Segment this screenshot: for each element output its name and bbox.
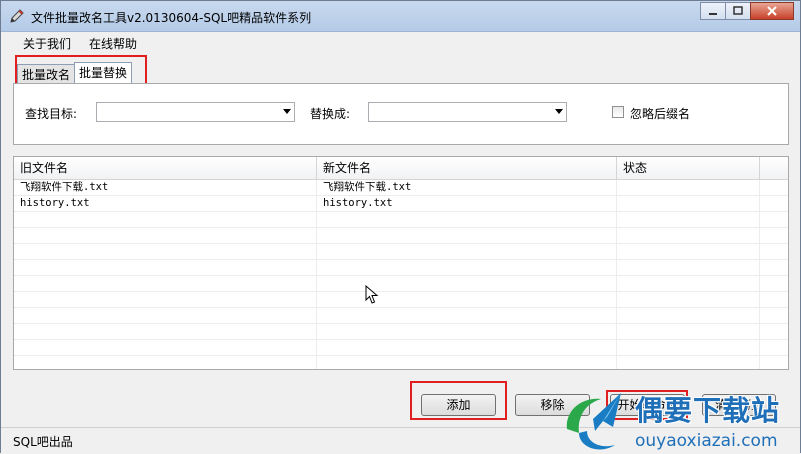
ignore-extension-label[interactable]: 忽略后缀名 bbox=[630, 105, 690, 122]
app-window: 文件批量改名工具v2.0130604-SQL吧精品软件系列 关于我们 在线帮助 … bbox=[0, 0, 801, 453]
tab-batch-replace[interactable]: 批量替换 bbox=[74, 62, 133, 84]
tab-batch-rename[interactable]: 批量改名 bbox=[17, 64, 76, 84]
window-controls bbox=[700, 2, 794, 22]
minimize-button[interactable] bbox=[700, 2, 726, 20]
table-row-empty bbox=[14, 356, 788, 369]
cell-new-name: 飞翔软件下载.txt bbox=[317, 180, 617, 196]
tab-strip: 批量改名 批量替换 bbox=[17, 58, 133, 84]
table-row-empty bbox=[14, 324, 788, 340]
title-bar[interactable]: 文件批量改名工具v2.0130604-SQL吧精品软件系列 bbox=[1, 1, 800, 32]
site-watermark: 偶要下载站 ouyaoxiazai.com bbox=[557, 389, 801, 454]
close-button[interactable] bbox=[750, 2, 794, 20]
ignore-extension-checkbox[interactable] bbox=[612, 106, 624, 118]
status-text: SQL吧出品 bbox=[13, 435, 73, 449]
column-header-old-name[interactable]: 旧文件名 bbox=[14, 157, 317, 179]
cell-status bbox=[617, 196, 760, 212]
find-combo[interactable] bbox=[96, 102, 295, 122]
chevron-down-icon[interactable] bbox=[283, 109, 291, 114]
table-row-empty bbox=[14, 244, 788, 260]
cell-old-name: history.txt bbox=[14, 196, 317, 212]
column-header-filler bbox=[760, 157, 788, 179]
maximize-button[interactable] bbox=[725, 2, 751, 20]
window-title: 文件批量改名工具v2.0130604-SQL吧精品软件系列 bbox=[31, 11, 312, 25]
cell-old-name: 飞翔软件下载.txt bbox=[14, 180, 317, 196]
table-header: 旧文件名 新文件名 状态 bbox=[14, 157, 788, 180]
column-header-status[interactable]: 状态 bbox=[617, 157, 760, 179]
mouse-cursor-icon bbox=[365, 285, 379, 304]
watermark-logo-icon bbox=[566, 393, 621, 450]
table-row[interactable]: history.txt history.txt bbox=[14, 196, 788, 212]
cell-new-name: history.txt bbox=[317, 196, 617, 212]
replace-combo[interactable] bbox=[368, 102, 567, 122]
table-row-empty bbox=[14, 308, 788, 324]
table-row[interactable]: 飞翔软件下载.txt 飞翔软件下载.txt bbox=[14, 180, 788, 196]
file-list-table[interactable]: 旧文件名 新文件名 状态 飞翔软件下载.txt 飞翔软件下载.txt histo… bbox=[13, 156, 789, 370]
close-icon bbox=[767, 6, 777, 16]
pen-icon bbox=[9, 8, 25, 24]
cell-status bbox=[617, 180, 760, 196]
table-row-empty bbox=[14, 276, 788, 292]
minimize-icon bbox=[709, 13, 717, 15]
replace-panel: 查找目标: 替换成: 忽略后缀名 bbox=[13, 83, 789, 145]
table-row-empty bbox=[14, 260, 788, 276]
table-row-empty bbox=[14, 228, 788, 244]
table-row-empty bbox=[14, 292, 788, 308]
replace-label: 替换成: bbox=[310, 107, 351, 121]
watermark-url: ouyaoxiazai.com bbox=[635, 431, 778, 451]
menu-bar: 关于我们 在线帮助 bbox=[1, 32, 800, 54]
watermark-title: 偶要下载站 bbox=[635, 394, 781, 427]
table-row-empty bbox=[14, 340, 788, 356]
menu-online-help[interactable]: 在线帮助 bbox=[89, 35, 137, 52]
menu-about[interactable]: 关于我们 bbox=[23, 35, 71, 52]
find-label: 查找目标: bbox=[25, 107, 78, 121]
chevron-down-icon[interactable] bbox=[555, 109, 563, 114]
maximize-icon bbox=[733, 6, 743, 15]
column-header-new-name[interactable]: 新文件名 bbox=[317, 157, 617, 179]
table-row-empty bbox=[14, 212, 788, 228]
add-button[interactable]: 添加 bbox=[421, 394, 496, 416]
